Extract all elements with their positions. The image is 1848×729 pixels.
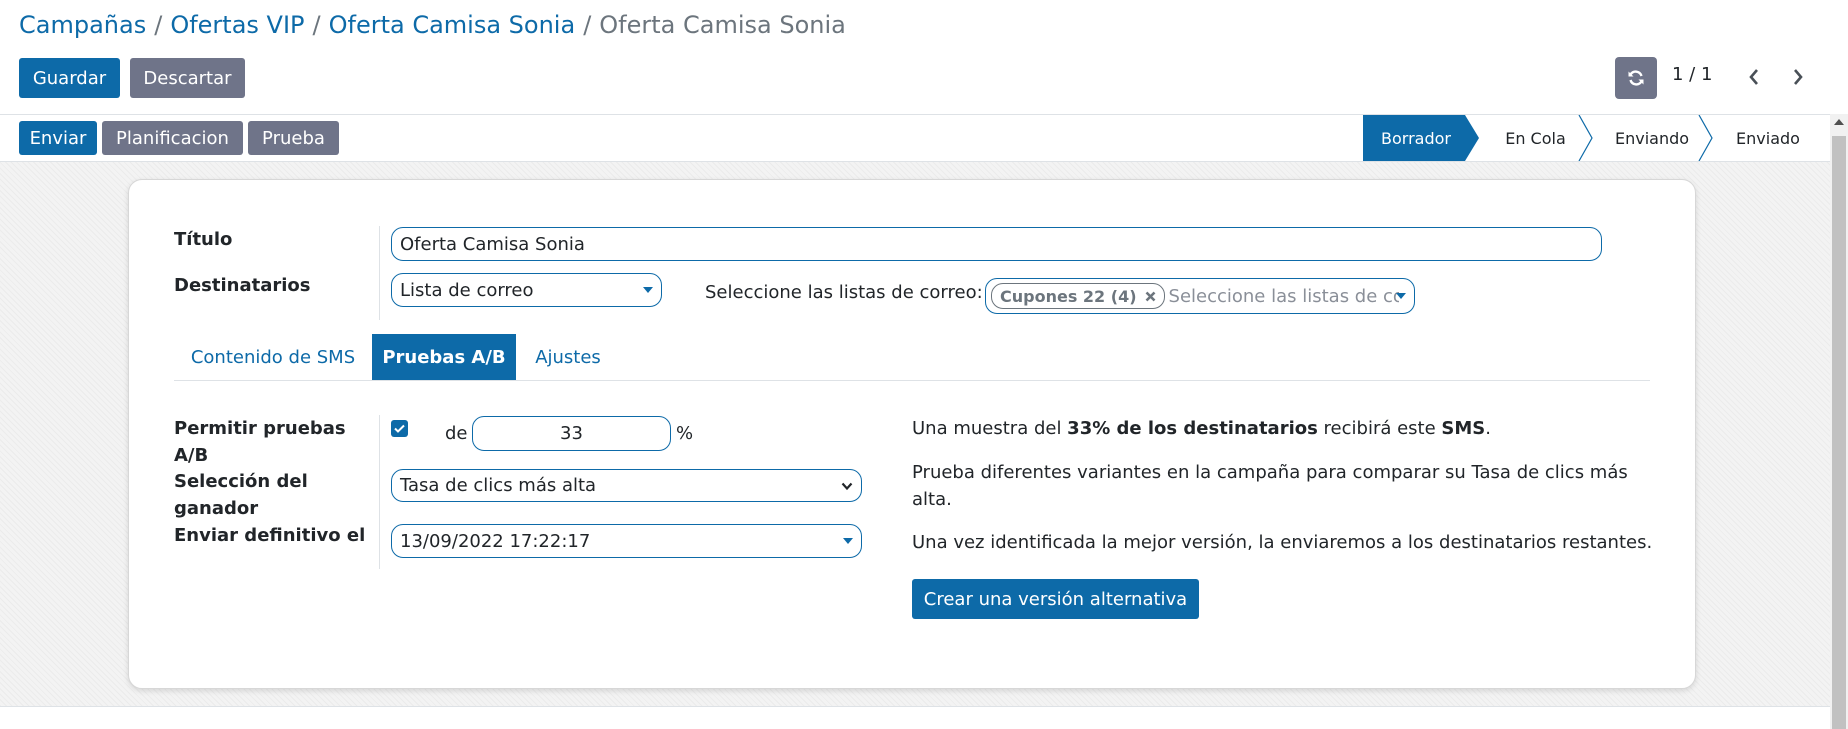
chevron-down-icon xyxy=(841,482,853,491)
send-final-date-input[interactable]: 13/09/2022 17:22:17 xyxy=(391,524,862,558)
discard-button[interactable]: Descartar xyxy=(130,58,245,98)
ab-sample-info-text: recibirá este xyxy=(1317,418,1442,439)
breadcrumb-offer[interactable]: Oferta Camisa Sonia xyxy=(329,11,576,39)
test-button[interactable]: Prueba xyxy=(248,121,339,155)
caret-down-icon xyxy=(843,538,853,544)
recipients-value: Lista de correo xyxy=(400,279,534,301)
mailing-lists-placeholder: Seleccione las listas de co xyxy=(1168,285,1399,307)
breadcrumb-separator: / xyxy=(154,11,163,39)
percent-sign: % xyxy=(676,423,694,444)
schedule-button[interactable]: Planificacion xyxy=(102,121,243,155)
tab-settings[interactable]: Ajustes xyxy=(516,334,620,380)
allow-ab-label-line1: Permitir pruebas xyxy=(174,418,346,439)
refresh-icon xyxy=(1628,70,1644,86)
winner-selection-label-line2: ganador xyxy=(174,498,259,519)
ab-sample-info-percent: 33% de los destinatarios xyxy=(1067,418,1318,439)
breadcrumb-campaigns[interactable]: Campañas xyxy=(19,11,146,39)
send-final-label: Enviar definitivo el xyxy=(174,525,366,546)
ab-percentage-input[interactable]: 33 xyxy=(472,416,671,451)
allow-ab-label-line2: A/B xyxy=(174,445,209,466)
form-statusbar: Enviar Planificacion Prueba Borrador En … xyxy=(0,114,1830,162)
status-step-sending[interactable]: Enviando xyxy=(1592,115,1713,161)
ab-winner-info: Una vez identificada la mejor versión, l… xyxy=(912,532,1653,553)
notebook-tabs: Contenido de SMS Pruebas A/B Ajustes xyxy=(174,334,1650,381)
status-step-queued[interactable]: En Cola xyxy=(1479,115,1593,161)
send-button[interactable]: Enviar xyxy=(19,121,97,155)
winner-selection-select[interactable]: Tasa de clics más alta xyxy=(391,469,862,502)
ab-sample-info: Una muestra del 33% de los destinatarios… xyxy=(912,415,1491,442)
status-step-draft[interactable]: Borrador xyxy=(1363,115,1479,161)
status-steps: Borrador En Cola Enviando Enviado xyxy=(1363,115,1830,161)
save-button[interactable]: Guardar xyxy=(19,58,120,98)
caret-down-icon xyxy=(643,287,653,293)
mailing-list-tag[interactable]: Cupones 22 (4) xyxy=(991,283,1165,309)
group-divider xyxy=(379,226,380,320)
send-final-date-value: 13/09/2022 17:22:17 xyxy=(400,530,591,552)
group-divider xyxy=(379,415,380,569)
ab-sample-info-medium: SMS xyxy=(1441,418,1486,439)
winner-selection-label-line1: Selección del xyxy=(174,471,308,492)
breadcrumb-current: Oferta Camisa Sonia xyxy=(599,11,846,39)
close-icon[interactable] xyxy=(1145,291,1156,302)
create-alternative-version-button[interactable]: Crear una versión alternativa xyxy=(912,579,1199,619)
recipients-select[interactable]: Lista de correo xyxy=(391,273,662,307)
control-panel: Campañas / Ofertas VIP / Oferta Camisa Sonia… xyxy=(0,0,1848,114)
breadcrumb-separator: / xyxy=(312,11,321,39)
tab-ab-testing[interactable]: Pruebas A/B xyxy=(372,334,516,380)
scrollbar-thumb[interactable] xyxy=(1832,136,1846,729)
scroll-up-arrow-icon[interactable] xyxy=(1834,119,1844,125)
winner-selection-value: Tasa de clics más alta xyxy=(400,475,597,496)
status-step-sending-label: Enviando xyxy=(1614,128,1690,148)
allow-ab-checkbox[interactable] xyxy=(391,420,408,437)
title-label: Título xyxy=(174,229,233,250)
of-label: de xyxy=(445,423,468,444)
ab-compare-info-line2: alta. xyxy=(912,489,952,510)
mailing-lists-field[interactable]: Cupones 22 (4) Seleccione las listas de … xyxy=(985,278,1415,314)
pager-previous-button[interactable] xyxy=(1741,62,1767,92)
caret-down-icon xyxy=(1396,293,1406,299)
breadcrumb-separator: / xyxy=(583,11,592,39)
pager-next-button[interactable] xyxy=(1785,62,1811,92)
breadcrumb-vip-offers[interactable]: Ofertas VIP xyxy=(170,11,304,39)
ab-compare-info-line1: Prueba diferentes variantes en la campañ… xyxy=(912,462,1628,483)
mailing-lists-label: Seleccione las listas de correo: xyxy=(705,282,983,303)
breadcrumb: Campañas / Ofertas VIP / Oferta Camisa Sonia… xyxy=(19,11,846,39)
chevron-left-icon xyxy=(1749,69,1758,85)
tab-sms-content[interactable]: Contenido de SMS xyxy=(174,334,372,380)
pager-value[interactable]: 1 / 1 xyxy=(1672,64,1712,85)
chatter-area xyxy=(0,707,1830,729)
status-step-sent[interactable]: Enviado xyxy=(1712,115,1830,161)
recipients-label: Destinatarios xyxy=(174,275,311,296)
chevron-right-icon xyxy=(1794,69,1803,85)
vertical-scrollbar[interactable] xyxy=(1830,114,1848,729)
status-step-queued-label: En Cola xyxy=(1505,128,1566,148)
refresh-button[interactable] xyxy=(1615,57,1657,99)
ab-sample-info-text: . xyxy=(1485,418,1491,439)
ab-sample-info-text: Una muestra del xyxy=(912,418,1068,439)
mailing-list-tag-label: Cupones 22 (4) xyxy=(1000,286,1137,306)
check-icon xyxy=(394,424,405,433)
title-input[interactable]: Oferta Camisa Sonia xyxy=(391,227,1602,261)
